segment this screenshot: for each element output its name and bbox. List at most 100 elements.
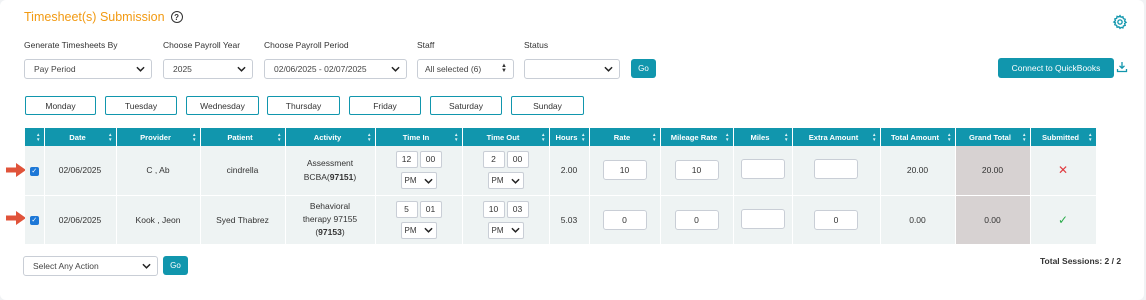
- time-out-minute-input[interactable]: 00: [506, 151, 529, 169]
- day-button-friday[interactable]: Friday: [349, 96, 421, 115]
- provider-cell: C , Ab: [116, 146, 201, 196]
- x-icon: ✕: [1057, 163, 1069, 178]
- status-label: Status: [524, 40, 549, 50]
- day-button-thursday[interactable]: Thursday: [267, 96, 340, 115]
- header-time-out[interactable]: Time Out ▲ ▼: [462, 128, 550, 146]
- sort-icon: ▲ ▼: [784, 132, 789, 142]
- header-rate[interactable]: Rate ▲ ▼: [589, 128, 661, 146]
- header-submitted[interactable]: Submitted ▲ ▼: [1030, 128, 1097, 146]
- payroll-year-select[interactable]: 2025: [163, 59, 253, 79]
- grand-total-cell: 20.00: [955, 146, 1031, 196]
- status-select[interactable]: [524, 59, 620, 79]
- time-in-cell: 5 01 PM: [375, 195, 463, 245]
- row-checkbox-cell[interactable]: ✓: [25, 146, 45, 196]
- gear-icon[interactable]: [1112, 14, 1128, 30]
- sort-icon: ▲ ▼: [1088, 132, 1093, 142]
- time-in-ampm-select[interactable]: PM: [400, 172, 437, 190]
- time-out-ampm-select[interactable]: PM: [487, 172, 524, 190]
- header-activity[interactable]: Activity ▲ ▼: [285, 128, 376, 146]
- bulk-action-select[interactable]: Select Any Action: [23, 256, 158, 276]
- time-in-hour-input[interactable]: 12: [395, 151, 418, 169]
- hours-cell: 5.03: [549, 195, 590, 245]
- day-button-sunday[interactable]: Sunday: [511, 96, 584, 115]
- rate-cell: 0: [589, 195, 661, 245]
- rate-cell: 10: [589, 146, 661, 196]
- rate-input[interactable]: 0: [602, 209, 647, 230]
- bulk-go-button[interactable]: Go: [163, 256, 188, 275]
- time-in-ampm-select[interactable]: PM: [400, 221, 437, 239]
- time-in-minute-input[interactable]: 01: [419, 200, 442, 218]
- table-row: ✓ 02/06/2025 Kook , Jeon Syed Thabrez Be…: [25, 195, 1097, 245]
- mileage-rate-input[interactable]: 10: [674, 160, 719, 181]
- activity-line: Behavioral: [309, 201, 351, 211]
- header-mileage-rate[interactable]: Mileage Rate ▲ ▼: [660, 128, 734, 146]
- row-checkbox[interactable]: ✓: [29, 215, 39, 225]
- payroll-period-value: 02/06/2025 - 02/07/2025: [274, 64, 367, 74]
- sort-icon: ▲ ▼: [725, 132, 730, 142]
- header-time-in[interactable]: Time In ▲ ▼: [375, 128, 463, 146]
- timesheet-panel: Timesheet(s) Submission ? Generate Times…: [0, 0, 1144, 300]
- chevron-down-icon: [136, 66, 145, 72]
- day-button-wednesday[interactable]: Wednesday: [186, 96, 259, 115]
- activity-code: 97153: [318, 227, 342, 237]
- sort-icon: ▲ ▼: [367, 132, 372, 142]
- timesheet-table: ▲ ▼ Date ▲ ▼ Provider ▲ ▼ Patient ▲ ▼ Activity ▲…: [25, 128, 1097, 245]
- bulk-action-value: Select Any Action: [33, 261, 99, 271]
- sort-icon: ▲ ▼: [947, 132, 952, 142]
- connect-quickbooks-button[interactable]: Connect to QuickBooks: [998, 58, 1114, 78]
- total-amount-cell: 0.00: [880, 195, 956, 245]
- row-checkbox-cell[interactable]: ✓: [25, 195, 45, 245]
- generate-by-select[interactable]: Pay Period: [24, 59, 152, 79]
- time-in-cell: 12 00 PM: [375, 146, 463, 196]
- header-provider[interactable]: Provider ▲ ▼: [116, 128, 201, 146]
- day-button-tuesday[interactable]: Tuesday: [105, 96, 177, 115]
- total-sessions: Total Sessions: 2 / 2: [1040, 256, 1122, 266]
- time-out-hour-input[interactable]: 10: [482, 200, 505, 218]
- row-checkbox[interactable]: ✓: [29, 166, 39, 176]
- hours-cell: 2.00: [549, 146, 590, 196]
- extra-amount-input[interactable]: [814, 159, 858, 180]
- sort-icon: ▲ ▼: [192, 132, 197, 142]
- activity-code: 97151: [329, 172, 354, 183]
- staff-select[interactable]: All selected (6) ▲ ▼: [417, 59, 514, 79]
- time-in-hour-input[interactable]: 5: [395, 200, 418, 218]
- table-header-row: ▲ ▼ Date ▲ ▼ Provider ▲ ▼ Patient ▲ ▼ Activity ▲…: [25, 128, 1097, 146]
- extra-amount-input[interactable]: 0: [814, 209, 858, 230]
- day-button-saturday[interactable]: Saturday: [430, 96, 502, 115]
- header-patient[interactable]: Patient ▲ ▼: [200, 128, 286, 146]
- payroll-period-select[interactable]: 02/06/2025 - 02/07/2025: [264, 59, 407, 79]
- header-extra-amount[interactable]: Extra Amount ▲ ▼: [792, 128, 881, 146]
- payroll-year-label: Choose Payroll Year: [163, 40, 241, 50]
- provider-cell: Kook , Jeon: [116, 195, 201, 245]
- rate-input[interactable]: 10: [602, 160, 647, 181]
- help-icon[interactable]: ?: [170, 11, 183, 23]
- activity-cell: Behavioral therapy 97155 (97153): [285, 195, 376, 245]
- time-out-hour-input[interactable]: 2: [482, 151, 505, 169]
- header-date[interactable]: Date ▲ ▼: [44, 128, 117, 146]
- go-button[interactable]: Go: [631, 59, 656, 78]
- activity-cell: Assessment BCBA(97151): [285, 146, 376, 196]
- date-cell: 02/06/2025: [44, 195, 117, 245]
- header-grand-total[interactable]: Grand Total ▲ ▼: [955, 128, 1031, 146]
- day-button-monday[interactable]: Monday: [25, 96, 96, 115]
- chevron-down-icon: [423, 227, 433, 233]
- red-arrow-icon: [6, 163, 26, 177]
- header-total-amount[interactable]: Total Amount ▲ ▼: [880, 128, 956, 146]
- extra-amount-cell: 0: [792, 195, 881, 245]
- total-amount-cell: 20.00: [880, 146, 956, 196]
- mileage-rate-input[interactable]: 0: [674, 209, 719, 230]
- miles-input[interactable]: [740, 208, 785, 229]
- header-select[interactable]: ▲ ▼: [25, 128, 45, 146]
- time-out-ampm-select[interactable]: PM: [487, 221, 524, 239]
- miles-input[interactable]: [740, 159, 785, 180]
- header-miles[interactable]: Miles ▲ ▼: [733, 128, 793, 146]
- chevron-down-icon: [237, 66, 246, 72]
- time-in-minute-input[interactable]: 00: [419, 151, 442, 169]
- submitted-cell: ✓: [1030, 195, 1097, 245]
- time-out-minute-input[interactable]: 03: [506, 200, 529, 218]
- updown-arrows-icon: ▲ ▼: [501, 63, 507, 74]
- download-icon[interactable]: [1116, 61, 1128, 73]
- sort-icon: ▲ ▼: [36, 132, 41, 142]
- payroll-period-label: Choose Payroll Period: [264, 40, 349, 50]
- header-hours[interactable]: Hours ▲ ▼: [549, 128, 590, 146]
